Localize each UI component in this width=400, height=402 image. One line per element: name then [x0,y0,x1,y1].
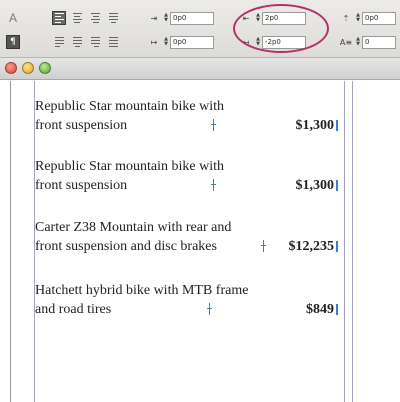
justify-all-button[interactable] [106,35,120,49]
entry-line-1: Republic Star mountain bike with [35,159,224,174]
justify-center-button[interactable] [70,35,84,49]
last-line-right-indent-icon: ↤ [242,37,250,47]
close-window-button[interactable] [5,62,17,74]
entry-line-1: Republic Star mountain bike with [35,99,224,114]
minimize-window-button[interactable] [22,62,34,74]
entry-line-2: front suspension $1,300 [35,176,338,195]
page-margin-guide [10,81,11,402]
space-before-stepper[interactable]: ▲ ▼ [354,11,362,25]
align-left-button[interactable] [52,11,66,25]
tab-marker-icon [261,240,266,252]
character-formatting-mode-button[interactable]: A [6,11,20,25]
entry-line-2: front suspension and disc brakes $12,235 [35,237,338,256]
drop-cap-lines-field: A≡ ▲ ▼ [338,35,396,49]
last-line-right-indent-input[interactable] [262,35,306,49]
price-list-entry[interactable]: Republic Star mountain bike with front s… [35,157,338,195]
end-of-story-marker [336,120,338,131]
end-of-story-marker [336,241,338,252]
tab-marker-icon [211,179,216,191]
end-of-story-marker [336,304,338,315]
entry-line-2: front suspension $1,300 [35,116,338,135]
align-center-button[interactable] [70,11,84,25]
tab-marker-icon [211,119,216,131]
first-line-indent-stepper[interactable]: ▲ ▼ [162,35,170,49]
price-list-entry[interactable]: Hatchett hybrid bike with MTB frame and … [35,281,338,319]
justify-right-button[interactable] [88,35,102,49]
align-right-button[interactable] [88,11,102,25]
entry-description: front suspension [35,118,128,133]
price-list-entry[interactable]: Republic Star mountain bike with front s… [35,97,338,135]
entry-description: front suspension and disc brakes [35,239,217,254]
left-indent-stepper[interactable]: ▲ ▼ [162,11,170,25]
left-indent-input[interactable] [170,11,214,25]
entry-price: $1,300 [295,178,335,193]
last-line-right-indent-stepper[interactable]: ▲ ▼ [254,35,262,49]
align-towards-spine-button[interactable] [106,11,120,25]
entry-line-2: and road tires $849 [35,300,338,319]
price-list-entry[interactable]: Carter Z38 Mountain with rear and front … [35,218,338,256]
space-before-input[interactable] [362,11,396,25]
drop-cap-lines-icon: A≡ [339,37,353,47]
justify-left-button[interactable] [52,35,66,49]
right-indent-icon: ⇤ [242,13,250,23]
text-frame-right-edge [344,81,345,402]
control-panel-row-2: ¶ ↦ ▲▼ ↤ ▲▼ A≡ ▲▼ [0,32,400,54]
entry-description: front suspension [35,178,128,193]
last-line-right-indent-field: ↤ ▲ ▼ [238,35,306,49]
space-before-icon: ⇡ [342,13,350,23]
document-page[interactable]: Republic Star mountain bike with front s… [0,81,400,402]
drop-cap-lines-input[interactable] [362,35,396,49]
left-indent-icon: ⇥ [150,13,158,23]
zoom-window-button[interactable] [39,62,51,74]
column-guide [352,81,353,402]
entry-price: $12,235 [288,239,335,254]
space-before-field: ⇡ ▲ ▼ [338,11,396,25]
entry-description: and road tires [35,302,112,317]
first-line-indent-input[interactable] [170,35,214,49]
drop-cap-lines-stepper[interactable]: ▲ ▼ [354,35,362,49]
right-indent-input[interactable] [262,11,306,25]
first-line-indent-icon: ↦ [150,37,158,47]
entry-line-1: Hatchett hybrid bike with MTB frame [35,283,249,298]
paragraph-formatting-mode-button[interactable]: ¶ [6,35,20,49]
entry-price: $849 [306,302,334,317]
entry-line-1: Carter Z38 Mountain with rear and [35,220,232,235]
control-panel: A ⇥ ▲▼ ⇤ ▲▼ ⇡ ▲▼ ¶ [0,0,400,58]
end-of-story-marker [336,180,338,191]
right-indent-field: ⇤ ▲ ▼ [238,11,306,25]
first-line-indent-field: ↦ ▲ ▼ [146,35,214,49]
entry-price: $1,300 [295,118,335,133]
tab-marker-icon [207,303,212,315]
control-panel-row-1: A ⇥ ▲▼ ⇤ ▲▼ ⇡ ▲▼ [0,7,400,29]
left-indent-field: ⇥ ▲ ▼ [146,11,214,25]
document-window-titlebar [0,58,400,80]
right-indent-stepper[interactable]: ▲ ▼ [254,11,262,25]
